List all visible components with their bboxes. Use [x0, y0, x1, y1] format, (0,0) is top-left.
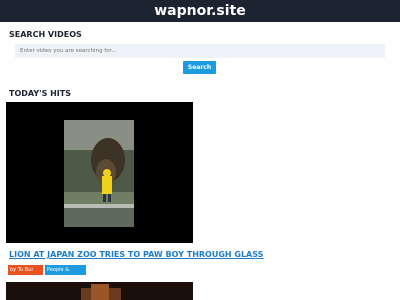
next-video-frame-image — [6, 282, 193, 300]
video-frame-image — [64, 120, 134, 227]
category-tag[interactable]: People & Blogs — [45, 265, 86, 283]
next-video-thumbnail[interactable] — [6, 282, 193, 300]
search-button[interactable]: Search — [183, 61, 216, 74]
video-title-link[interactable]: LION AT JAPAN ZOO TRIES TO PAW BOY THROU… — [9, 250, 263, 259]
video-thumbnail[interactable] — [6, 102, 193, 243]
site-title[interactable]: wapnor.site — [0, 0, 400, 22]
search-videos-heading: SEARCH VIDEOS — [9, 30, 82, 39]
todays-hits-heading: TODAY'S HITS — [9, 89, 72, 98]
author-tag[interactable]: by Tu Bui Anh — [8, 265, 43, 283]
search-input[interactable] — [15, 44, 385, 58]
